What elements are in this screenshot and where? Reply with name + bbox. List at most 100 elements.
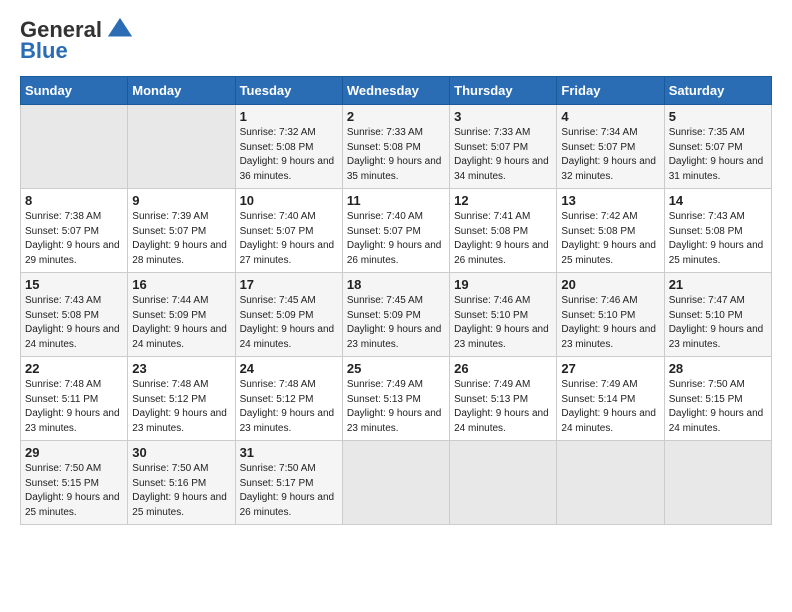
day-number: 29: [25, 445, 123, 460]
day-number: 12: [454, 193, 552, 208]
day-info: Sunrise: 7:44 AMSunset: 5:09 PMDaylight:…: [132, 294, 230, 352]
calendar-header: SundayMondayTuesdayWednesdayThursdayFrid…: [21, 77, 772, 105]
logo-blue: Blue: [20, 38, 68, 64]
day-info: Sunrise: 7:48 AMSunset: 5:12 PMDaylight:…: [132, 378, 230, 436]
calendar-day-cell: 11 Sunrise: 7:40 AMSunset: 5:07 PMDayligh…: [342, 189, 449, 273]
weekday-header: Thursday: [450, 77, 557, 105]
day-number: 31: [240, 445, 338, 460]
day-info: Sunrise: 7:50 AMSunset: 5:16 PMDaylight:…: [132, 462, 230, 520]
calendar-day-cell: [21, 105, 128, 189]
calendar-day-cell: [557, 441, 664, 525]
calendar-day-cell: 5 Sunrise: 7:35 AMSunset: 5:07 PMDaylight…: [664, 105, 771, 189]
weekday-header: Monday: [128, 77, 235, 105]
day-number: 13: [561, 193, 659, 208]
day-info: Sunrise: 7:46 AMSunset: 5:10 PMDaylight:…: [561, 294, 659, 352]
day-number: 21: [669, 277, 767, 292]
calendar-day-cell: 9Sunrise: 7:39 AMSunset: 5:07 PMDaylight…: [128, 189, 235, 273]
day-info: Sunrise: 7:49 AMSunset: 5:13 PMDaylight:…: [454, 378, 552, 436]
calendar-day-cell: 17Sunrise: 7:45 AMSunset: 5:09 PMDayligh…: [235, 273, 342, 357]
day-info: Sunrise: 7:35 AMSunset: 5:07 PMDaylight:…: [669, 126, 767, 184]
day-info: Sunrise: 7:49 AMSunset: 5:14 PMDaylight:…: [561, 378, 659, 436]
calendar-day-cell: 16 Sunrise: 7:44 AMSunset: 5:09 PMDayligh…: [128, 273, 235, 357]
day-number: 15: [25, 277, 123, 292]
logo: General Blue: [20, 16, 134, 64]
calendar-day-cell: 27 Sunrise: 7:49 AMSunset: 5:14 PMDayligh…: [557, 357, 664, 441]
calendar-week-row: 29 Sunrise: 7:50 AMSunset: 5:15 PMDayligh…: [21, 441, 772, 525]
calendar-day-cell: [450, 441, 557, 525]
day-number: 26: [454, 361, 552, 376]
calendar-week-row: 15 Sunrise: 7:43 AMSunset: 5:08 PMDayligh…: [21, 273, 772, 357]
day-info: Sunrise: 7:43 AMSunset: 5:08 PMDaylight:…: [669, 210, 767, 268]
day-number: 16: [132, 277, 230, 292]
calendar-day-cell: 23 Sunrise: 7:48 AMSunset: 5:12 PMDayligh…: [128, 357, 235, 441]
day-number: 25: [347, 361, 445, 376]
calendar-table: SundayMondayTuesdayWednesdayThursdayFrid…: [20, 76, 772, 525]
calendar-day-cell: 29 Sunrise: 7:50 AMSunset: 5:15 PMDayligh…: [21, 441, 128, 525]
day-number: 24: [240, 361, 338, 376]
calendar-day-cell: 15 Sunrise: 7:43 AMSunset: 5:08 PMDayligh…: [21, 273, 128, 357]
day-info: Sunrise: 7:48 AMSunset: 5:11 PMDaylight:…: [25, 378, 123, 436]
calendar-body: 1 Sunrise: 7:32 AMSunset: 5:08 PMDaylight…: [21, 105, 772, 525]
calendar-day-cell: 24 Sunrise: 7:48 AMSunset: 5:12 PMDayligh…: [235, 357, 342, 441]
calendar-day-cell: 20 Sunrise: 7:46 AMSunset: 5:10 PMDayligh…: [557, 273, 664, 357]
day-number: 28: [669, 361, 767, 376]
calendar-day-cell: 8Sunrise: 7:38 AMSunset: 5:07 PMDaylight…: [21, 189, 128, 273]
day-number: 30: [132, 445, 230, 460]
weekday-header: Sunday: [21, 77, 128, 105]
day-info: Sunrise: 7:40 AMSunset: 5:07 PMDaylight:…: [347, 210, 445, 268]
day-info: Sunrise: 7:45 AMSunset: 5:09 PMDaylight:…: [240, 294, 338, 352]
day-info: Sunrise: 7:41 AMSunset: 5:08 PMDaylight:…: [454, 210, 552, 268]
calendar-day-cell: [128, 105, 235, 189]
day-info: Sunrise: 7:46 AMSunset: 5:10 PMDaylight:…: [454, 294, 552, 352]
calendar-day-cell: 30 Sunrise: 7:50 AMSunset: 5:16 PMDayligh…: [128, 441, 235, 525]
day-number: 9: [132, 193, 230, 208]
weekday-header: Tuesday: [235, 77, 342, 105]
day-number: 5: [669, 109, 767, 124]
weekday-header: Saturday: [664, 77, 771, 105]
day-info: Sunrise: 7:45 AMSunset: 5:09 PMDaylight:…: [347, 294, 445, 352]
day-number: 4: [561, 109, 659, 124]
day-info: Sunrise: 7:33 AMSunset: 5:08 PMDaylight:…: [347, 126, 445, 184]
day-number: 23: [132, 361, 230, 376]
day-number: 8: [25, 193, 123, 208]
day-info: Sunrise: 7:43 AMSunset: 5:08 PMDaylight:…: [25, 294, 123, 352]
calendar-day-cell: 28 Sunrise: 7:50 AMSunset: 5:15 PMDayligh…: [664, 357, 771, 441]
calendar-day-cell: 14Sunrise: 7:43 AMSunset: 5:08 PMDayligh…: [664, 189, 771, 273]
day-info: Sunrise: 7:33 AMSunset: 5:07 PMDaylight:…: [454, 126, 552, 184]
calendar-day-cell: 25Sunrise: 7:49 AMSunset: 5:13 PMDayligh…: [342, 357, 449, 441]
logo-icon: [106, 16, 134, 44]
day-info: Sunrise: 7:47 AMSunset: 5:10 PMDaylight:…: [669, 294, 767, 352]
calendar-day-cell: 1 Sunrise: 7:32 AMSunset: 5:08 PMDaylight…: [235, 105, 342, 189]
calendar-week-row: 1 Sunrise: 7:32 AMSunset: 5:08 PMDaylight…: [21, 105, 772, 189]
day-info: Sunrise: 7:34 AMSunset: 5:07 PMDaylight:…: [561, 126, 659, 184]
weekday-header: Friday: [557, 77, 664, 105]
calendar-day-cell: [342, 441, 449, 525]
calendar-day-cell: 13 Sunrise: 7:42 AMSunset: 5:08 PMDayligh…: [557, 189, 664, 273]
calendar-day-cell: 3 Sunrise: 7:33 AMSunset: 5:07 PMDaylight…: [450, 105, 557, 189]
day-info: Sunrise: 7:48 AMSunset: 5:12 PMDaylight:…: [240, 378, 338, 436]
day-number: 1: [240, 109, 338, 124]
day-number: 3: [454, 109, 552, 124]
day-number: 2: [347, 109, 445, 124]
day-number: 27: [561, 361, 659, 376]
day-info: Sunrise: 7:32 AMSunset: 5:08 PMDaylight:…: [240, 126, 338, 184]
calendar-day-cell: 18Sunrise: 7:45 AMSunset: 5:09 PMDayligh…: [342, 273, 449, 357]
calendar-day-cell: 31 Sunrise: 7:50 AMSunset: 5:17 PMDayligh…: [235, 441, 342, 525]
page-header: General Blue: [20, 16, 772, 64]
day-number: 19: [454, 277, 552, 292]
calendar-week-row: 22Sunrise: 7:48 AMSunset: 5:11 PMDayligh…: [21, 357, 772, 441]
day-info: Sunrise: 7:50 AMSunset: 5:17 PMDaylight:…: [240, 462, 338, 520]
day-info: Sunrise: 7:50 AMSunset: 5:15 PMDaylight:…: [25, 462, 123, 520]
calendar-day-cell: 21 Sunrise: 7:47 AMSunset: 5:10 PMDayligh…: [664, 273, 771, 357]
day-info: Sunrise: 7:40 AMSunset: 5:07 PMDaylight:…: [240, 210, 338, 268]
day-info: Sunrise: 7:42 AMSunset: 5:08 PMDaylight:…: [561, 210, 659, 268]
day-number: 20: [561, 277, 659, 292]
calendar-day-cell: 2 Sunrise: 7:33 AMSunset: 5:08 PMDaylight…: [342, 105, 449, 189]
calendar-day-cell: 22Sunrise: 7:48 AMSunset: 5:11 PMDayligh…: [21, 357, 128, 441]
day-number: 11: [347, 193, 445, 208]
day-info: Sunrise: 7:50 AMSunset: 5:15 PMDaylight:…: [669, 378, 767, 436]
page-container: General Blue SundayMondayTuesdayWednesda…: [0, 0, 792, 535]
calendar-week-row: 8Sunrise: 7:38 AMSunset: 5:07 PMDaylight…: [21, 189, 772, 273]
calendar-day-cell: 12 Sunrise: 7:41 AMSunset: 5:08 PMDayligh…: [450, 189, 557, 273]
calendar-day-cell: 19 Sunrise: 7:46 AMSunset: 5:10 PMDayligh…: [450, 273, 557, 357]
